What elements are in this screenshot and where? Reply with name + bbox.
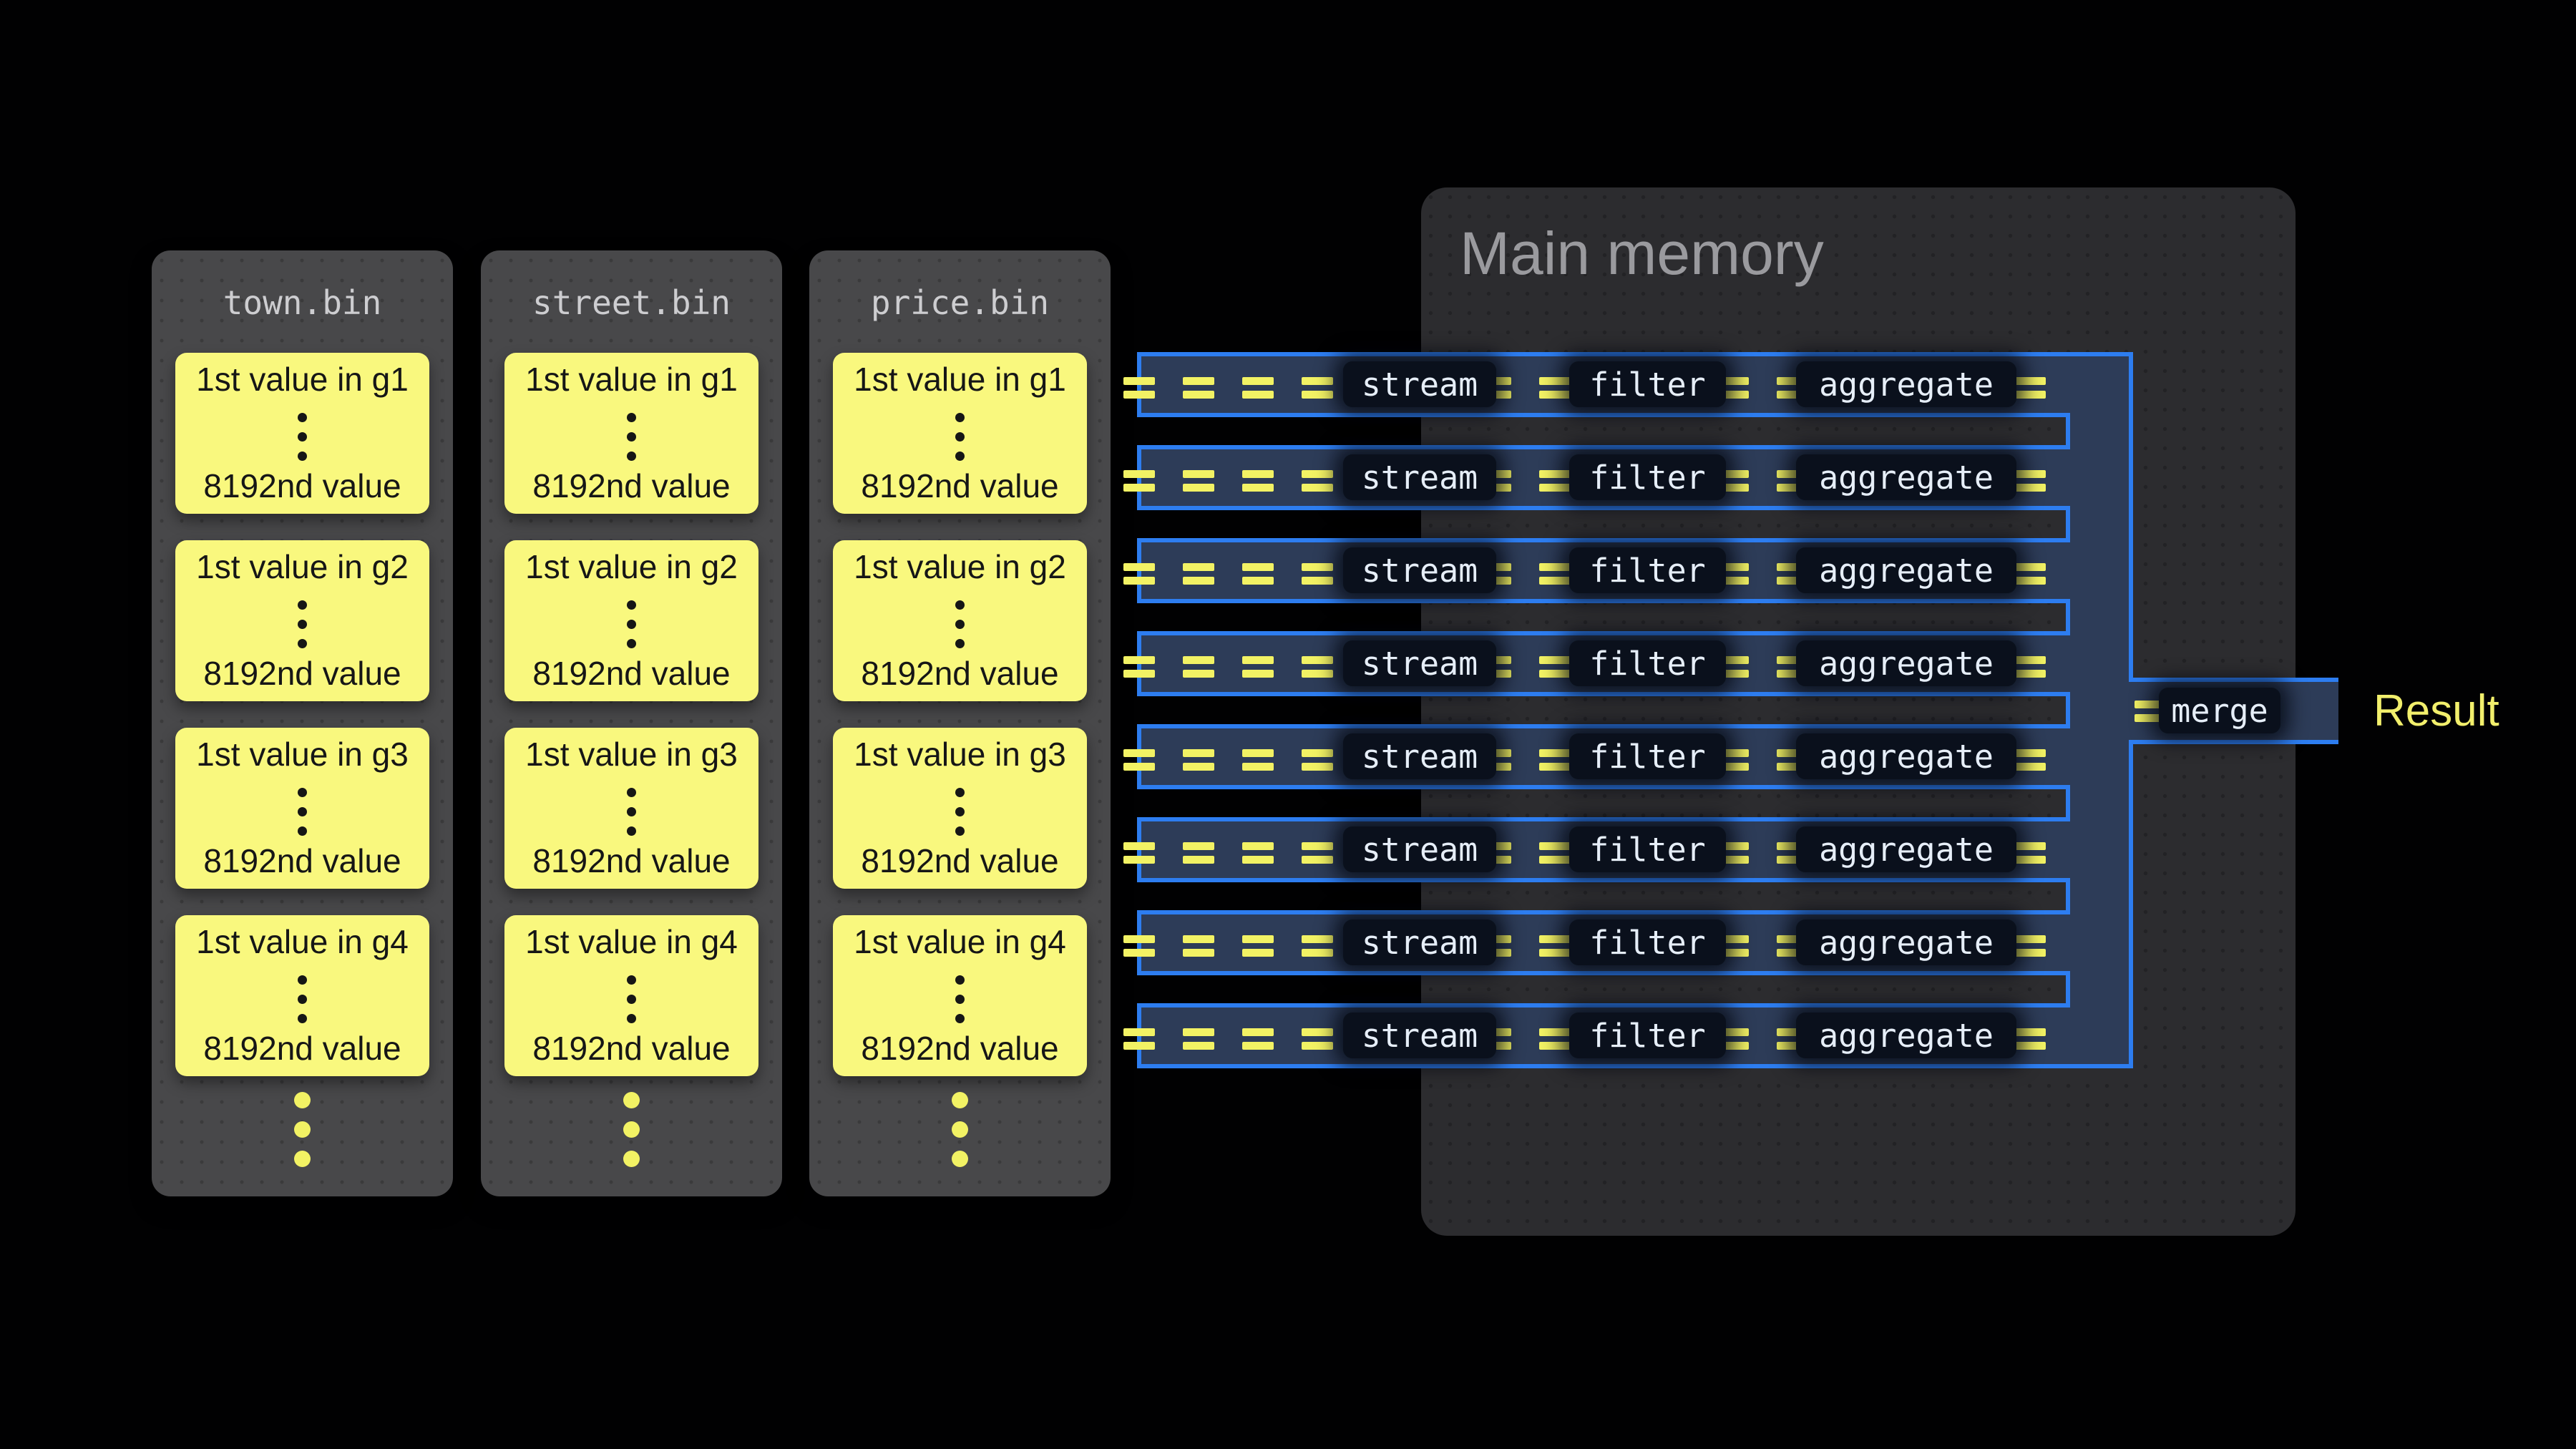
data-flow-dash — [1123, 470, 1155, 492]
data-flow-dash — [1123, 656, 1155, 678]
result-label: Result — [2373, 689, 2499, 733]
filter-operator-box: filter — [1569, 919, 1726, 965]
data-flow-dash — [1302, 935, 1333, 957]
stream-operator-box: stream — [1343, 454, 1496, 500]
data-flow-dash — [1183, 656, 1214, 678]
filter-operator-box: filter — [1569, 454, 1726, 500]
merge-operator-box: merge — [2159, 688, 2280, 733]
aggregate-operator-box: aggregate — [1796, 919, 2016, 965]
data-flow-dash — [2014, 1028, 2046, 1050]
data-flow-dash — [1302, 377, 1333, 399]
data-flow-dash — [2014, 935, 2046, 957]
data-flow-dash — [1302, 656, 1333, 678]
data-flow-dash — [1123, 842, 1155, 864]
data-flow-dash — [1123, 377, 1155, 399]
stream-operator-box: stream — [1343, 1013, 1496, 1058]
data-flow-dash — [1123, 1028, 1155, 1050]
data-flow-dash — [1242, 656, 1274, 678]
data-flow-dash — [1242, 749, 1274, 771]
data-flow-dash — [1183, 842, 1214, 864]
data-flow-dash — [1539, 935, 1571, 957]
merge-strip: merge — [0, 680, 2576, 742]
data-flow-dash — [1183, 563, 1214, 585]
data-flow-dash — [2014, 842, 2046, 864]
data-flow-dash — [1539, 656, 1571, 678]
diagram-stage: town.bin1st value in g18192nd value1st v… — [0, 0, 2576, 1449]
data-flow-dash — [1242, 470, 1274, 492]
data-flow-dash — [1242, 842, 1274, 864]
data-flow-dash — [2014, 377, 2046, 399]
data-flow-dash — [2014, 656, 2046, 678]
stream-operator-box: stream — [1343, 919, 1496, 965]
data-flow-dash — [1183, 935, 1214, 957]
aggregate-operator-box: aggregate — [1796, 826, 2016, 872]
data-flow-dash — [1302, 470, 1333, 492]
stream-operator-box: stream — [1343, 826, 1496, 872]
data-flow-dash — [1539, 1028, 1571, 1050]
data-flow-dash — [1539, 563, 1571, 585]
data-flow-dash — [1302, 563, 1333, 585]
stream-operator-box: stream — [1343, 361, 1496, 407]
pipeline-thread-row: stream filter aggregate — [0, 540, 2576, 601]
data-flow-dash — [1302, 1028, 1333, 1050]
data-flow-dash — [1242, 377, 1274, 399]
pipeline-thread-row: stream filter aggregate — [0, 819, 2576, 880]
data-flow-dash — [1242, 1028, 1274, 1050]
data-flow-dash — [1123, 935, 1155, 957]
data-flow-dash — [1302, 749, 1333, 771]
stream-operator-box: stream — [1343, 547, 1496, 593]
pipeline-thread-row: stream filter aggregate — [0, 354, 2576, 415]
pipeline-thread-row: stream filter aggregate — [0, 1005, 2576, 1066]
data-flow-dash — [1539, 377, 1571, 399]
data-flow-dash — [1302, 842, 1333, 864]
pipeline-thread-row: stream filter aggregate — [0, 447, 2576, 508]
data-flow-dash — [1123, 563, 1155, 585]
aggregate-operator-box: aggregate — [1796, 1013, 2016, 1058]
data-flow-dash — [1183, 377, 1214, 399]
data-flow-dash — [1183, 470, 1214, 492]
filter-operator-box: filter — [1569, 547, 1726, 593]
data-flow-dash — [1242, 563, 1274, 585]
aggregate-operator-box: aggregate — [1796, 361, 2016, 407]
data-flow-dash — [1539, 749, 1571, 771]
data-flow-dash — [1539, 470, 1571, 492]
aggregate-operator-box: aggregate — [1796, 547, 2016, 593]
data-flow-dash — [2014, 563, 2046, 585]
filter-operator-box: filter — [1569, 361, 1726, 407]
filter-operator-box: filter — [1569, 826, 1726, 872]
data-flow-dash — [1242, 935, 1274, 957]
data-flow-dash — [2014, 749, 2046, 771]
filter-operator-box: filter — [1569, 1013, 1726, 1058]
aggregate-operator-box: aggregate — [1796, 454, 2016, 500]
data-flow-dash — [1183, 1028, 1214, 1050]
pipeline-thread-row: stream filter aggregate — [0, 912, 2576, 973]
data-flow-dash — [1183, 749, 1214, 771]
data-flow-dash — [1123, 749, 1155, 771]
data-flow-dash — [1539, 842, 1571, 864]
data-flow-dash — [2014, 470, 2046, 492]
